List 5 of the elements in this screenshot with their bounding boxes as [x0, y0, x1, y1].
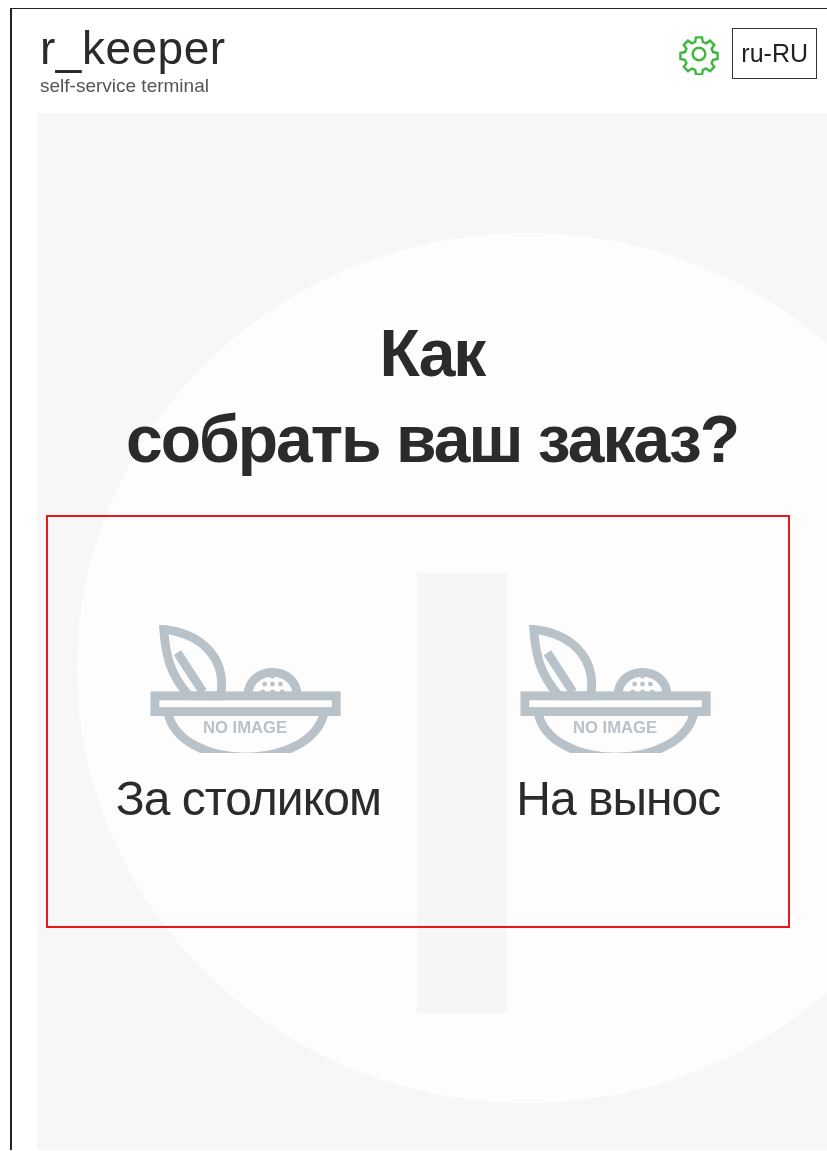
order-option-button[interactable]: NO IMAGE На вынос [516, 624, 721, 826]
order-option-button[interactable]: NO IMAGE За столиком [115, 624, 381, 826]
page-title: Как собрать ваш заказ? [125, 315, 739, 478]
language-button[interactable]: ru-RU [732, 28, 817, 79]
logo-subtitle: self-service terminal [40, 75, 210, 97]
